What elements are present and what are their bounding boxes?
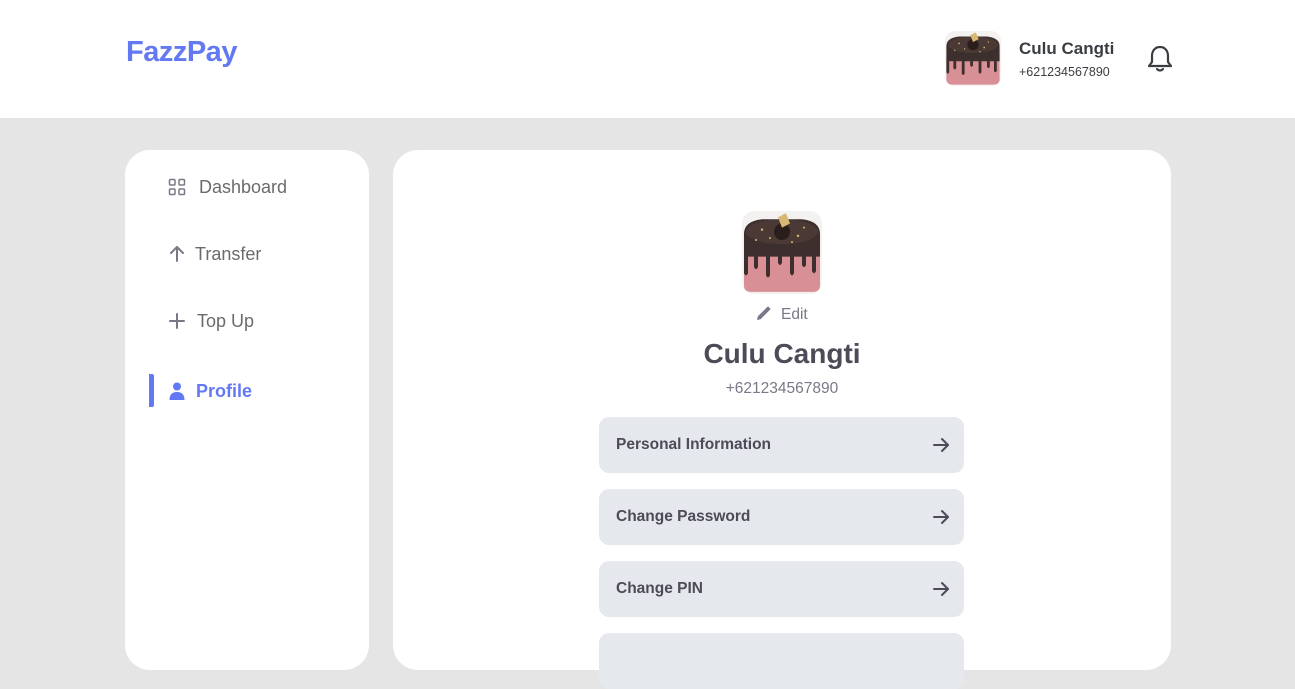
brand-logo[interactable]: FazzPay — [126, 36, 237, 69]
grid-icon — [167, 177, 187, 197]
menu-label: Personal Information — [616, 436, 772, 453]
header-user-name: Culu Cangti — [1019, 39, 1115, 58]
arrow-right-icon — [932, 508, 950, 526]
edit-profile-button[interactable]: Edit — [755, 304, 808, 326]
user-icon — [167, 381, 187, 401]
menu-label: Change PIN — [616, 580, 703, 597]
sidebar-item-label: Profile — [196, 380, 253, 401]
sidebar-item-label: Transfer — [195, 243, 262, 264]
sidebar-item-profile[interactable]: Profile — [125, 371, 369, 411]
sidebar-item-top-up[interactable]: Top Up — [125, 301, 369, 341]
sidebar-item-label: Top Up — [197, 310, 255, 331]
arrow-right-icon — [932, 580, 950, 598]
pencil-icon — [755, 304, 773, 327]
edit-label: Edit — [781, 306, 808, 323]
sidebar-item-dashboard[interactable]: Dashboard — [125, 167, 369, 207]
profile-panel: Edit Culu Cangti +621234567890 Personal … — [393, 150, 1171, 689]
sidebar-item-transfer[interactable]: Transfer — [125, 234, 369, 274]
avatar[interactable] — [945, 31, 1001, 86]
profile-phone: +621234567890 — [725, 380, 839, 397]
personal-information-button[interactable]: Personal Information — [599, 417, 964, 473]
sidebar: Dashboard Transfer Top Up Profile — [125, 150, 369, 670]
bell-icon[interactable] — [1146, 44, 1174, 74]
change-pin-button[interactable]: Change PIN — [599, 561, 964, 617]
header-user-phone: +621234567890 — [1019, 65, 1110, 79]
logout-button[interactable] — [599, 633, 964, 689]
sidebar-item-label: Dashboard — [199, 176, 288, 197]
arrow-right-icon — [932, 436, 950, 454]
plus-icon — [167, 311, 187, 331]
top-header: FazzPay Culu Cangti +621234567890 — [0, 0, 1295, 118]
arrow-up-icon — [167, 244, 187, 264]
menu-label: Change Password — [616, 508, 751, 525]
profile-name: Culu Cangti — [703, 338, 861, 369]
change-password-button[interactable]: Change Password — [599, 489, 964, 545]
profile-picture[interactable] — [742, 211, 822, 294]
